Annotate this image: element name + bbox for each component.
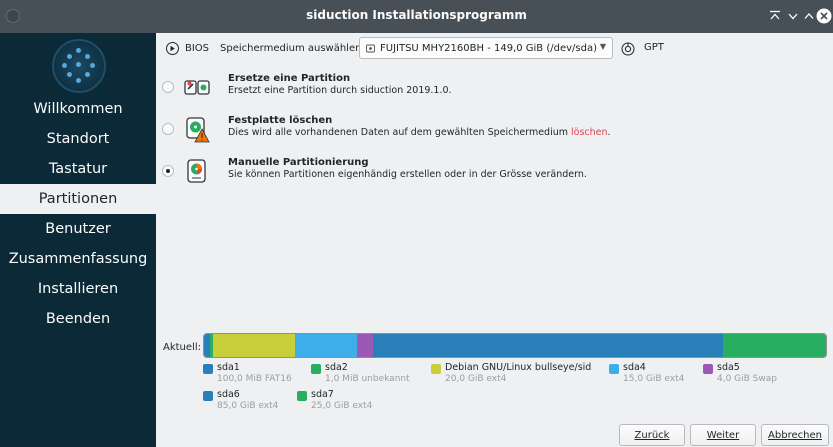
legend-info: 20,0 GiB ext4 (445, 374, 507, 384)
sidebar-item-willkommen: Willkommen (33, 101, 123, 117)
bios-label: BIOS (185, 42, 210, 54)
legend-swatch (203, 391, 213, 401)
storage-device-combobox[interactable]: FUJITSU MHY2160BH - 149,0 GiB (/dev/sda)… (359, 37, 613, 59)
keep-above-button[interactable] (766, 7, 784, 25)
legend-name: sda7 (311, 389, 334, 400)
sidebar-item-standort: Standort (46, 131, 110, 147)
legend-swatch (703, 364, 713, 374)
next-button[interactable]: Weiter (690, 424, 756, 446)
legend-swatch (297, 391, 307, 401)
keep-above-icon (770, 10, 780, 20)
back-button[interactable]: Zurück (619, 424, 685, 446)
replace-partition-radio[interactable] (162, 81, 174, 93)
sidebar-item-zusammenfassung: Zusammenfassung (8, 251, 148, 267)
chevron-down-icon: ▼ (599, 42, 606, 51)
legend-name: sda2 (325, 362, 348, 373)
partition-segment-3 (213, 334, 296, 357)
erase-disk-description-end: . (607, 127, 611, 138)
legend-info: 4,0 GiB Swap (717, 374, 777, 384)
legend-info: 1,0 MiB unbekannt (325, 374, 410, 384)
sidebar-item-beenden: Beenden (45, 311, 111, 327)
siduction-logo (52, 39, 106, 93)
legend-name: sda1 (217, 362, 240, 373)
partition-segment-5 (356, 334, 374, 357)
minimize-icon (788, 13, 798, 20)
sidebar: Willkommen Standort Tastatur Partitionen… (0, 33, 156, 447)
partition-table-icon (621, 41, 635, 60)
legend-info: 15,0 GiB ext4 (623, 374, 685, 384)
option-erase-disk[interactable]: Festplatte löschen Dies wird alle vorhan… (162, 113, 762, 147)
partition-segment-6 (373, 334, 724, 357)
legend-name: sda5 (717, 362, 740, 373)
installer-window: siduction Installationsprogramm Willkomm… (0, 0, 833, 447)
sidebar-item-partitionen: Partitionen (0, 184, 156, 214)
legend-swatch (431, 364, 441, 374)
manual-partition-icon (184, 159, 210, 185)
storage-select-label: Speichermedium auswählen (220, 42, 362, 54)
partition-bar (203, 333, 827, 358)
cancel-button[interactable]: Abbrechen (761, 424, 829, 446)
close-button[interactable] (815, 7, 833, 25)
storage-device-value: FUJITSU MHY2160BH - 149,0 GiB (/dev/sda) (380, 42, 597, 54)
harddisk-icon (366, 44, 375, 52)
partition-table-type: GPT (644, 42, 664, 53)
sidebar-item-installieren: Installieren (37, 281, 119, 297)
erase-disk-warning-word: löschen (571, 127, 608, 138)
legend-info: 25,0 GiB ext4 (311, 401, 373, 411)
legend-swatch (609, 364, 619, 374)
back-button-label: Zurück (634, 429, 670, 441)
option-replace-partition[interactable]: Ersetze eine Partition Ersetzt eine Part… (162, 71, 762, 105)
legend-swatch (311, 364, 321, 374)
legend-swatch (203, 364, 213, 374)
erase-disk-description-text: Dies wird alle vorhandenen Daten auf dem… (228, 127, 572, 138)
next-button-label: Weiter (706, 429, 740, 441)
partition-segment-7 (723, 334, 826, 357)
close-icon (816, 8, 832, 24)
option-manual-partitioning[interactable]: Manuelle Partitionierung Sie können Part… (162, 155, 762, 189)
title-bar: siduction Installationsprogramm (0, 0, 833, 33)
manual-partitioning-description: Sie können Partitionen eigenhändig erste… (228, 169, 587, 180)
legend-info: 85,0 GiB ext4 (217, 401, 279, 411)
partition-segment-4 (295, 334, 357, 357)
partition-legend: sda1 100,0 MiB FAT16 sda2 1,0 MiB unbekannt… (203, 362, 827, 422)
storage-row: BIOS Speichermedium auswählen (166, 37, 361, 59)
boot-mode-icon (166, 41, 179, 55)
legend-name: sda6 (217, 389, 240, 400)
erase-disk-radio[interactable] (162, 123, 174, 135)
sidebar-item-tastatur: Tastatur (48, 161, 108, 177)
current-layout-label: Aktuell: (163, 342, 201, 353)
manual-partitioning-title: Manuelle Partitionierung (228, 157, 369, 168)
replace-partition-description: Ersetzt eine Partition durch siduction 2… (228, 85, 452, 96)
legend-name: sda4 (623, 362, 646, 373)
partition-page: BIOS Speichermedium auswählen FUJITSU MH… (156, 33, 833, 447)
replace-partition-icon (184, 75, 210, 101)
legend-name: Debian GNU/Linux bullseye/sid (445, 362, 592, 373)
replace-partition-title: Ersetze eine Partition (228, 73, 351, 84)
erase-disk-description: Dies wird alle vorhandenen Daten auf dem… (228, 127, 611, 138)
sidebar-item-benutzer: Benutzer (45, 221, 111, 237)
window-title: siduction Installationsprogramm (306, 8, 527, 22)
erase-disk-icon (184, 117, 210, 143)
maximize-icon (804, 13, 814, 19)
legend-info: 100,0 MiB FAT16 (217, 374, 292, 384)
manual-partitioning-radio[interactable] (162, 165, 174, 177)
erase-disk-title: Festplatte löschen (228, 115, 333, 126)
cancel-button-label: Abbrechen (768, 429, 822, 441)
